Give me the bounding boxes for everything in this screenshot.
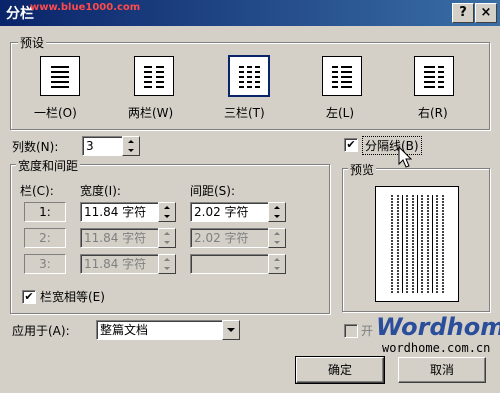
new-column-label: 开 [361, 324, 374, 338]
spacing-input: 2.02 字符 [190, 228, 271, 248]
spin-up-icon [164, 206, 170, 209]
chevron-down-icon [227, 328, 235, 332]
spin-down-icon [274, 241, 280, 244]
spacing-spinner [268, 254, 286, 274]
apply-to-label: 应用于(A): [12, 324, 70, 338]
spacing-input [190, 254, 271, 274]
preset-one-column[interactable] [40, 56, 80, 96]
spin-up-icon [274, 258, 280, 261]
spin-down-icon [164, 241, 170, 244]
three-columns-icon [239, 66, 260, 88]
new-column-checkbox [344, 324, 358, 338]
preview-page [375, 186, 459, 302]
preset-three-columns-label: 三栏(T) [224, 106, 265, 120]
spin-down-icon [164, 267, 170, 270]
spin-up-icon [164, 258, 170, 261]
separator-checkbox[interactable]: ✔ [344, 138, 358, 152]
col-header: 栏(C): [20, 184, 54, 198]
column-number: 1: [24, 202, 66, 222]
spin-up-icon [274, 206, 280, 209]
wordhome-url: wordhome.com.cn [382, 341, 491, 355]
spin-up-icon [164, 232, 170, 235]
preset-right-label: 右(R) [418, 106, 448, 120]
presets-group-label: 预设 [18, 34, 47, 51]
left-column-icon [332, 66, 352, 88]
preset-two-columns-label: 两栏(W) [128, 106, 174, 120]
apply-to-select[interactable]: 整篇文档 [96, 320, 225, 340]
equal-width-label: 栏宽相等(E) [40, 290, 105, 304]
column-number: 2: [24, 228, 66, 248]
ok-button[interactable]: 确定 [295, 356, 385, 384]
width-input: 11.84 字符 [80, 254, 161, 274]
width-spacing-label: 宽度和间距 [16, 157, 81, 174]
spin-down-icon [274, 215, 280, 218]
cancel-button[interactable]: 取消 [398, 357, 486, 383]
mouse-cursor-icon [398, 146, 413, 168]
one-column-icon [51, 66, 69, 88]
width-input[interactable]: 11.84 字符 [80, 202, 161, 222]
spin-up-icon [128, 140, 134, 143]
spin-down-icon [274, 267, 280, 270]
preset-left-label: 左(L) [326, 106, 355, 120]
preset-two-columns[interactable] [134, 56, 174, 96]
columns-input[interactable]: 3 [82, 136, 123, 156]
column-number: 3: [24, 254, 66, 274]
width-input: 11.84 字符 [80, 228, 161, 248]
width-header: 宽度(I): [80, 184, 121, 198]
wordhome-logo: Wordhome [376, 313, 500, 341]
columns-label: 列数(N): [12, 140, 59, 154]
three-column-preview-icon [391, 195, 444, 293]
spin-down-icon [164, 215, 170, 218]
equal-width-checkbox[interactable]: ✔ [22, 290, 36, 304]
preset-one-column-label: 一栏(O) [34, 106, 77, 120]
preset-left[interactable] [322, 56, 362, 96]
preset-three-columns[interactable] [228, 55, 270, 97]
watermark-text: www.blue1000.com [30, 2, 141, 13]
help-button[interactable]: ? [452, 3, 474, 23]
preset-right[interactable] [414, 56, 454, 96]
spacing-spinner[interactable] [268, 202, 286, 222]
width-spinner [158, 228, 176, 248]
columns-spinner[interactable] [122, 136, 140, 156]
spin-up-icon [274, 232, 280, 235]
preview-label: 预览 [348, 161, 377, 178]
spin-down-icon [128, 149, 134, 152]
spacing-spinner [268, 228, 286, 248]
width-spinner[interactable] [158, 202, 176, 222]
spacing-input[interactable]: 2.02 字符 [190, 202, 271, 222]
spacing-header: 间距(S): [190, 184, 236, 198]
right-column-icon [424, 66, 444, 88]
apply-to-dropdown[interactable] [222, 320, 240, 340]
width-spinner [158, 254, 176, 274]
two-columns-icon [144, 66, 164, 88]
close-button[interactable]: × [475, 3, 497, 23]
